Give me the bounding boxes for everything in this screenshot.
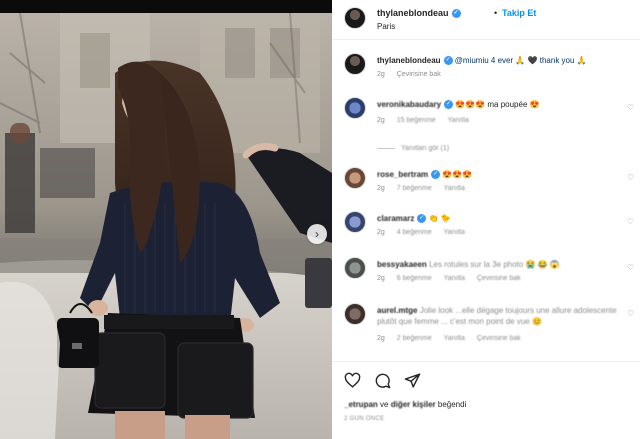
comment-likes[interactable]: 6 beğenme bbox=[397, 275, 432, 282]
post-timestamp: 2 GÜN ÖNCE bbox=[344, 416, 385, 422]
avatar[interactable] bbox=[344, 7, 366, 29]
comment-time: 2g bbox=[377, 117, 385, 124]
translate-link[interactable]: Çevirisine bak bbox=[397, 71, 441, 78]
verified-icon: ✓ bbox=[417, 214, 427, 224]
avatar[interactable] bbox=[344, 97, 366, 119]
comment-meta: 2g 7 beğenme Yanıtla bbox=[377, 185, 475, 192]
next-photo-button[interactable]: › bbox=[307, 224, 327, 244]
comment-likes[interactable]: 7 beğenme bbox=[397, 185, 432, 192]
reply-line bbox=[377, 147, 395, 149]
likes-connector: ve bbox=[380, 400, 389, 409]
caption-body: thylaneblondeau ✓ @miumiu 4 ever 🙏 🖤 than… bbox=[377, 55, 631, 66]
comment-username[interactable]: veronikabaudary bbox=[377, 100, 441, 109]
view-replies-label[interactable]: Yanıtları gör (1) bbox=[401, 145, 449, 152]
comment-body: rose_bertram ✓ 😍😍😍 bbox=[377, 169, 631, 180]
action-icons bbox=[344, 372, 421, 389]
avatar[interactable] bbox=[344, 211, 366, 233]
comment-text: 😍😍😍 bbox=[442, 170, 473, 179]
caption-username[interactable]: thylaneblondeau bbox=[377, 56, 441, 65]
comment-time: 2g bbox=[377, 229, 385, 236]
comment-meta: 2g 6 beğenme Yanıtla Çevirisine bak bbox=[377, 275, 531, 282]
comment-like-icon[interactable]: ♡ bbox=[627, 217, 634, 226]
comment-text: 👏 🐤 bbox=[428, 214, 451, 223]
photo-image bbox=[0, 13, 332, 439]
share-icon[interactable] bbox=[404, 372, 421, 389]
comment-username[interactable]: bessyakaeen bbox=[377, 260, 427, 269]
comment-body: aurel.mtge Jolie look ...elle dégage tou… bbox=[377, 305, 631, 327]
caption-time: 2g bbox=[377, 71, 385, 78]
post-location[interactable]: Paris bbox=[377, 22, 395, 31]
comment-time: 2g bbox=[377, 185, 385, 192]
comment-like-icon[interactable]: ♡ bbox=[627, 103, 634, 112]
comment-like-icon[interactable]: ♡ bbox=[627, 173, 634, 182]
comment-icon[interactable] bbox=[374, 372, 391, 389]
caption-text: @miumiu 4 ever 🙏 🖤 thank you 🙏 bbox=[454, 56, 587, 65]
avatar[interactable] bbox=[344, 257, 366, 279]
translate-link[interactable]: Çevirisine bak bbox=[477, 275, 521, 282]
likes-summary[interactable]: _etrupan ve diğer kişiler beğendi bbox=[344, 400, 466, 409]
comment-body: claramarz ✓ 👏 🐤 bbox=[377, 213, 631, 224]
comment-text: 😍😍😍 ma poupée 😍 bbox=[455, 100, 540, 109]
post-header: thylaneblondeau ✓ • Takip Et Paris bbox=[332, 0, 640, 40]
reply-button[interactable]: Yanıtla bbox=[444, 185, 465, 192]
avatar[interactable] bbox=[344, 53, 366, 75]
comment-username[interactable]: aurel.mtge bbox=[377, 306, 417, 315]
comment-body: veronikabaudary ✓ 😍😍😍 ma poupée 😍 bbox=[377, 99, 631, 110]
separator-dot: • bbox=[494, 8, 498, 18]
photo-topbar bbox=[0, 0, 332, 13]
view-replies[interactable]: Yanıtları gör (1) bbox=[377, 145, 449, 152]
comment-body: bessyakaeen Les rotules sur la 3e photo … bbox=[377, 259, 631, 270]
liker-username[interactable]: _etrupan bbox=[344, 400, 378, 409]
author-username[interactable]: thylaneblondeau bbox=[377, 8, 449, 18]
comment-time: 2g bbox=[377, 275, 385, 282]
likes-suffix: beğendi bbox=[437, 400, 467, 409]
comment-likes[interactable]: 4 beğenme bbox=[397, 229, 432, 236]
avatar[interactable] bbox=[344, 167, 366, 189]
heart-icon[interactable] bbox=[344, 372, 361, 389]
comment-meta: 2g 15 beğenme Yanıtla bbox=[377, 117, 479, 124]
comment-like-icon[interactable]: ♡ bbox=[627, 309, 634, 318]
comment-username[interactable]: rose_bertram bbox=[377, 170, 428, 179]
verified-icon: ✓ bbox=[444, 100, 454, 110]
reply-button[interactable]: Yanıtla bbox=[444, 275, 465, 282]
comment-username[interactable]: claramarz bbox=[377, 214, 414, 223]
comment-meta: 2g 2 beğenme Yanıtla Çevirisine bak bbox=[377, 335, 531, 342]
post-photo[interactable]: › bbox=[0, 0, 332, 439]
reply-button[interactable]: Yanıtla bbox=[444, 229, 465, 236]
comment-meta: 2g 4 beğenme Yanıtla bbox=[377, 229, 475, 236]
verified-icon: ✓ bbox=[451, 9, 461, 19]
comment-time: 2g bbox=[377, 335, 385, 342]
verified-icon: ✓ bbox=[443, 56, 453, 66]
comment-like-icon[interactable]: ♡ bbox=[627, 263, 634, 272]
post-actions: _etrupan ve diğer kişiler beğendi 2 GÜN … bbox=[332, 361, 640, 439]
comment-text: Les rotules sur la 3e photo 😭 😂 😱 bbox=[429, 260, 560, 269]
likes-others[interactable]: diğer kişiler bbox=[391, 400, 436, 409]
caption-meta: 2g Çevirisine bak bbox=[377, 71, 451, 78]
chevron-right-icon: › bbox=[315, 227, 319, 241]
comments-list[interactable]: thylaneblondeau ✓ @miumiu 4 ever 🙏 🖤 than… bbox=[332, 41, 640, 361]
comment-likes[interactable]: 15 beğenme bbox=[397, 117, 436, 124]
translate-link[interactable]: Çevirisine bak bbox=[477, 335, 521, 342]
reply-button[interactable]: Yanıtla bbox=[448, 117, 469, 124]
reply-button[interactable]: Yanıtla bbox=[444, 335, 465, 342]
verified-icon: ✓ bbox=[431, 170, 441, 180]
follow-button[interactable]: Takip Et bbox=[502, 8, 536, 18]
avatar[interactable] bbox=[344, 303, 366, 325]
post-author[interactable]: thylaneblondeau ✓ bbox=[377, 8, 461, 19]
post-panel: thylaneblondeau ✓ • Takip Et Paris thylan… bbox=[332, 0, 640, 439]
comment-likes[interactable]: 2 beğenme bbox=[397, 335, 432, 342]
